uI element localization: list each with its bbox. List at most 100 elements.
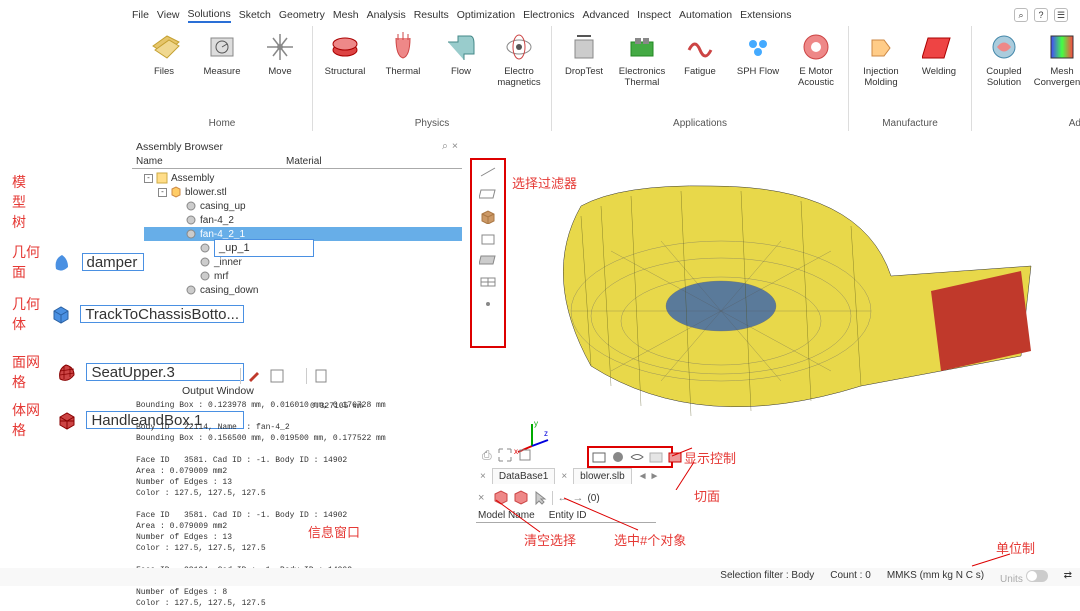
sel-close-icon[interactable]: ×: [474, 492, 488, 504]
menu-optimization[interactable]: Optimization: [457, 9, 515, 21]
tab-nav-left-icon[interactable]: ◄: [634, 471, 648, 482]
droptest-button[interactable]: DropTest: [558, 30, 610, 88]
e-motor-acoustic-button[interactable]: E Motor Acoustic: [790, 30, 842, 88]
tab-blower[interactable]: blower.slb: [573, 468, 631, 484]
nav-back-icon[interactable]: ←: [557, 492, 568, 504]
menu-advanced[interactable]: Advanced: [582, 9, 629, 21]
status-units: MMKS (mm kg N C s): [887, 570, 984, 585]
menu-automation[interactable]: Automation: [679, 9, 732, 21]
flow-button[interactable]: Flow: [435, 30, 487, 88]
col-name[interactable]: Name: [136, 156, 286, 167]
menu-analysis[interactable]: Analysis: [367, 9, 406, 21]
filter-body-icon[interactable]: [479, 210, 497, 224]
tree-item-fan-4_2[interactable]: fan-4_2: [144, 213, 462, 227]
tree-item-casing_up[interactable]: casing_up: [144, 199, 462, 213]
disp-section-icon[interactable]: [667, 449, 683, 465]
expand-icon[interactable]: -: [158, 188, 167, 197]
tree-item-_up_1[interactable]: _up_1: [144, 241, 462, 255]
thermal-button[interactable]: Thermal: [377, 30, 429, 88]
menu-inspect[interactable]: Inspect: [637, 9, 671, 21]
ortho-icon[interactable]: [518, 448, 532, 465]
nav-fwd-icon[interactable]: →: [572, 492, 583, 504]
menu-geometry[interactable]: Geometry: [279, 9, 325, 21]
tab-close-icon[interactable]: ×: [476, 471, 490, 482]
edit-icon[interactable]: [247, 368, 263, 384]
injection-molding-button[interactable]: Injection Molding: [855, 30, 907, 88]
type-icon: [56, 361, 78, 383]
menu-results[interactable]: Results: [414, 9, 449, 21]
disp-trans-icon[interactable]: [648, 449, 664, 465]
electro-magnetics-button[interactable]: Electro magnetics: [493, 30, 545, 88]
fit-icon[interactable]: [498, 448, 512, 465]
structural-button[interactable]: Structural: [319, 30, 371, 88]
electronics-thermal-button[interactable]: Electronics Thermal: [616, 30, 668, 88]
tab-nav-right-icon[interactable]: ►: [650, 471, 660, 482]
col-model-name[interactable]: Model Name: [478, 510, 535, 521]
menu-electronics[interactable]: Electronics: [523, 9, 574, 21]
coupled-solution-button[interactable]: Coupled Solution: [978, 30, 1030, 88]
pdf-icon[interactable]: ⎙: [482, 448, 492, 465]
browser-search-icon[interactable]: ⌕: [442, 140, 448, 153]
entity-name-input[interactable]: SeatUpper.3: [86, 363, 244, 381]
col-entity-id[interactable]: Entity ID: [549, 510, 587, 521]
measure-button[interactable]: Measure: [196, 30, 248, 88]
filter-node-icon[interactable]: [479, 298, 497, 312]
entity-name-input[interactable]: TrackToChassisBotto...: [80, 305, 244, 323]
annot-info: 信息窗口: [308, 522, 360, 541]
settings-icon[interactable]: ☰: [1054, 8, 1068, 22]
welding-button[interactable]: Welding: [913, 30, 965, 88]
tree-rename-input[interactable]: _up_1: [214, 239, 314, 257]
tree-item-blower-stl[interactable]: - blower.stl: [144, 185, 462, 199]
ribbon-label: Mesh Convergence: [1034, 66, 1080, 88]
move-button[interactable]: Move: [254, 30, 306, 88]
entity-name-input[interactable]: damper: [82, 253, 145, 271]
script-icon[interactable]: [269, 368, 285, 384]
filter-edge-icon[interactable]: [479, 166, 497, 180]
tree-label: blower.stl: [185, 187, 227, 198]
menu-file[interactable]: File: [132, 9, 149, 21]
page-icon[interactable]: [313, 368, 329, 384]
browser-title: Assembly Browser: [136, 141, 223, 153]
body-icon: [199, 242, 211, 254]
3d-viewport[interactable]: [474, 156, 1068, 452]
menu-sketch[interactable]: Sketch: [239, 9, 271, 21]
menu-mesh[interactable]: Mesh: [333, 9, 359, 21]
disp-hidden-icon[interactable]: [629, 449, 645, 465]
disp-wireframe-icon[interactable]: [591, 449, 607, 465]
sph-flow-button[interactable]: SPH Flow: [732, 30, 784, 88]
browser-close-icon[interactable]: ×: [452, 140, 458, 153]
pick-icon[interactable]: [532, 490, 548, 506]
filter-shell-icon[interactable]: [479, 254, 497, 268]
ribbon-label: Structural: [325, 66, 366, 88]
filter-face-icon[interactable]: [479, 188, 497, 202]
selection-filter-bar[interactable]: [470, 158, 506, 348]
filter-solid-icon[interactable]: [479, 232, 497, 246]
tab-database[interactable]: DataBase1: [492, 468, 555, 484]
menu-solutions[interactable]: Solutions: [188, 8, 231, 23]
status-swap-icon[interactable]: ⇄: [1064, 570, 1072, 585]
tree-item-_inner[interactable]: _inner: [144, 255, 462, 269]
disp-shaded-icon[interactable]: [610, 449, 626, 465]
ribbon-label: E Motor Acoustic: [790, 66, 842, 88]
clear-sel2-icon[interactable]: [512, 490, 528, 506]
tree-item-assembly[interactable]: -Assembly: [144, 171, 462, 185]
menu-extensions[interactable]: Extensions: [740, 9, 791, 21]
col-material[interactable]: Material: [286, 156, 322, 167]
display-control-bar[interactable]: [587, 446, 673, 468]
tree-item-mrf[interactable]: mrf: [144, 269, 462, 283]
ribbon-label: Flow: [451, 66, 471, 88]
mesh-convergence-button[interactable]: Mesh Convergence: [1036, 30, 1080, 88]
help-icon[interactable]: ?: [1034, 8, 1048, 22]
files-button[interactable]: Files: [138, 30, 190, 88]
menu-view[interactable]: View: [157, 9, 180, 21]
ribbon-label: Injection Molding: [855, 66, 907, 88]
fatigue-button[interactable]: Fatigue: [674, 30, 726, 88]
units-toggle[interactable]: [1026, 570, 1048, 582]
search-icon[interactable]: ⌕: [1014, 8, 1028, 22]
ribbon-label: Welding: [922, 66, 956, 88]
expand-icon[interactable]: -: [144, 174, 153, 183]
filter-mesh-icon[interactable]: [479, 276, 497, 290]
model-tree[interactable]: -Assembly-blower.stlcasing_upfan-4_2fan-…: [132, 169, 462, 299]
tab2-close-icon[interactable]: ×: [557, 471, 571, 482]
clear-sel-icon[interactable]: [492, 490, 508, 506]
